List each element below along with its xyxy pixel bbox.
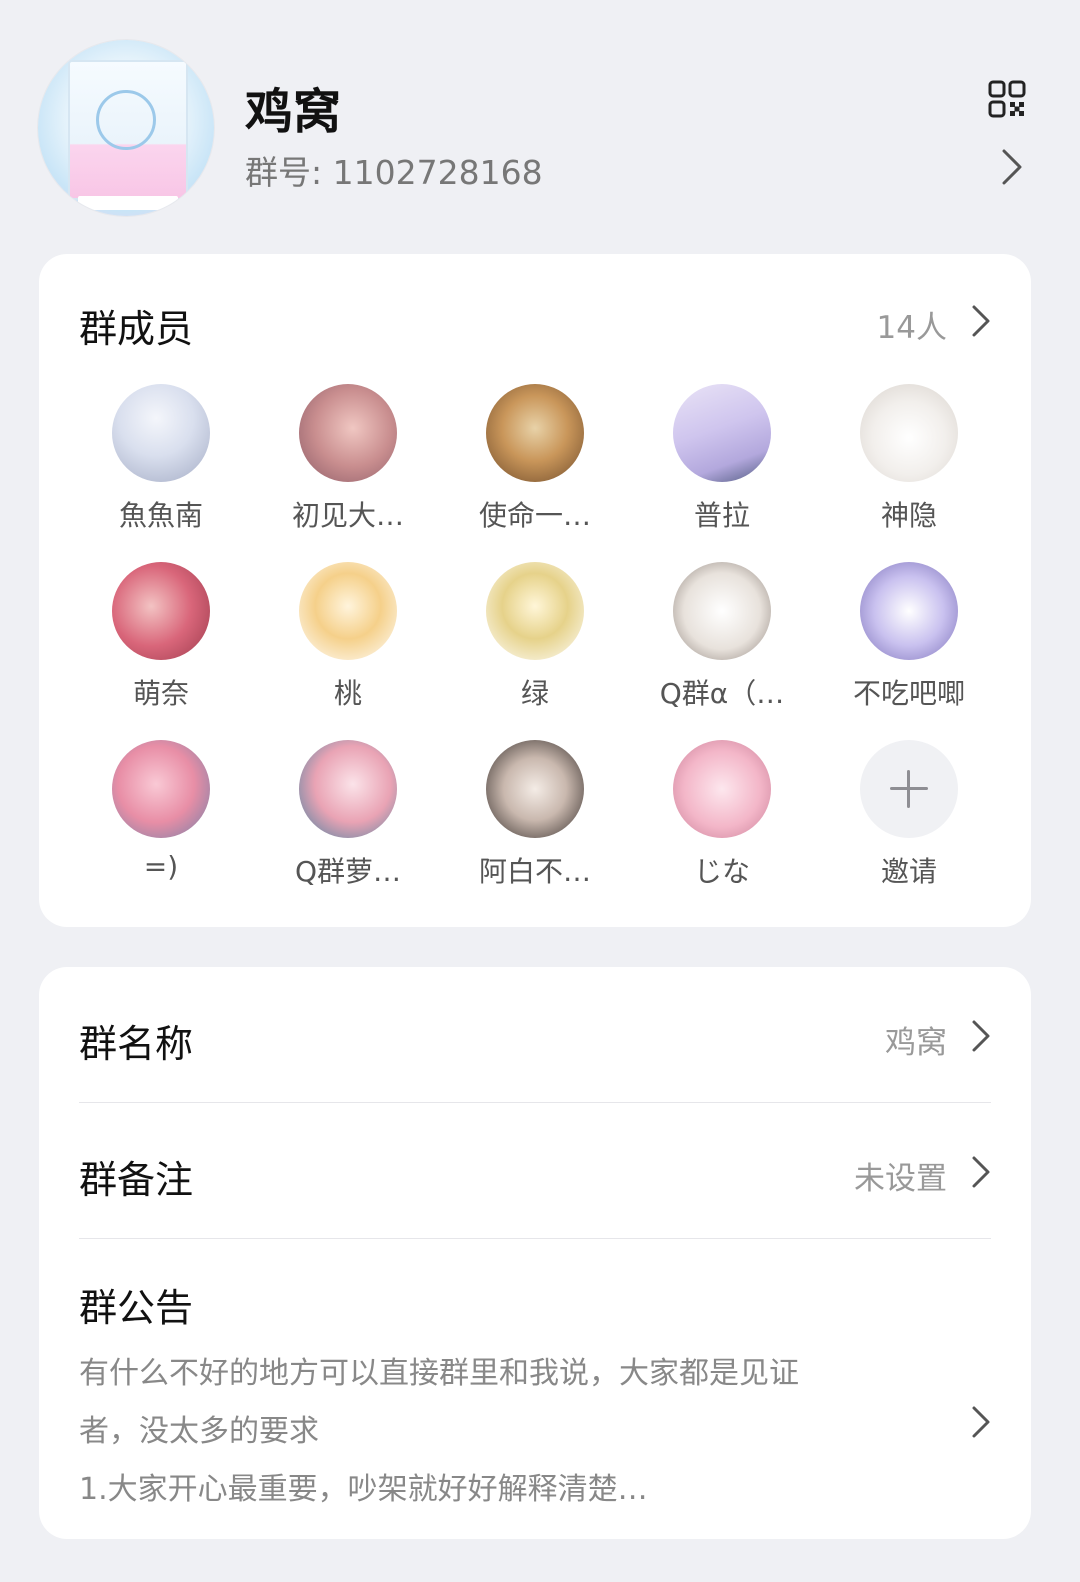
notice-text: 有什么不好的地方可以直接群里和我说，大家都是见证 者，没太多的要求 1.大家开心… xyxy=(79,1345,919,1519)
member-item[interactable]: 不吃吧唧 xyxy=(824,562,994,722)
member-name: Q群萝… xyxy=(294,855,402,888)
members-title: 群成员 xyxy=(79,307,194,351)
invite-label: 邀请 xyxy=(880,855,937,888)
settings-card: 群名称 鸡窝 群备注 未设置 群公告 有什么不好的地方可以直接群里和我说，大家都… xyxy=(39,967,1031,1539)
member-avatar xyxy=(112,740,210,838)
member-name: 普拉 xyxy=(693,499,750,532)
member-item[interactable]: 魚魚南 xyxy=(76,384,246,544)
plus-icon[interactable] xyxy=(860,740,958,838)
member-name: Q群α（… xyxy=(659,677,785,710)
row-value: 未设置 xyxy=(854,1161,947,1197)
avatar-art-target xyxy=(96,90,156,150)
member-avatar xyxy=(299,562,397,660)
member-avatar xyxy=(673,740,771,838)
member-item[interactable]: 绿 xyxy=(450,562,620,722)
member-avatar xyxy=(486,740,584,838)
invite-button[interactable]: 邀请 xyxy=(824,740,994,900)
avatar-art-strip xyxy=(78,196,178,210)
member-avatar xyxy=(299,740,397,838)
member-item[interactable]: 桃 xyxy=(263,562,433,722)
member-avatar xyxy=(860,384,958,482)
chevron-right-icon[interactable] xyxy=(971,1155,991,1189)
notice-line: 1.大家开心最重要，吵架就好好解释清楚… xyxy=(79,1472,648,1507)
group-id: 群号: 1102728168 xyxy=(245,153,543,192)
member-name: じな xyxy=(693,855,750,888)
member-name: 阿白不… xyxy=(478,855,591,888)
member-name: 魚魚南 xyxy=(118,499,203,532)
member-item[interactable]: じな xyxy=(637,740,807,900)
member-name: 使命一… xyxy=(478,499,591,532)
member-avatar xyxy=(673,562,771,660)
group-name: 鸡窝 xyxy=(245,84,342,140)
group-info-page: 鸡窝 群号: 1102728168 群成员 14人 魚魚南 初见大… 使命一… … xyxy=(0,0,1080,1582)
member-avatar xyxy=(112,384,210,482)
member-name: 初见大… xyxy=(291,499,404,532)
chevron-right-icon[interactable] xyxy=(971,304,991,338)
divider xyxy=(79,1238,991,1239)
member-avatar xyxy=(486,384,584,482)
member-name: 萌奈 xyxy=(132,677,189,710)
notice-line: 者，没太多的要求 xyxy=(79,1414,319,1449)
member-item[interactable]: =) xyxy=(76,740,246,900)
member-name: 绿 xyxy=(520,677,549,710)
member-item[interactable]: 萌奈 xyxy=(76,562,246,722)
chevron-right-icon[interactable] xyxy=(971,1019,991,1053)
member-item[interactable]: 阿白不… xyxy=(450,740,620,900)
chevron-right-icon[interactable] xyxy=(1000,148,1024,186)
member-item[interactable]: 神隐 xyxy=(824,384,994,544)
members-count[interactable]: 14人 xyxy=(877,302,947,347)
member-avatar xyxy=(860,562,958,660)
group-avatar[interactable] xyxy=(38,40,214,216)
member-item[interactable]: Q群α（… xyxy=(637,562,807,722)
member-avatar xyxy=(112,562,210,660)
chevron-right-icon[interactable] xyxy=(971,1405,991,1439)
member-name: 不吃吧唧 xyxy=(852,677,965,710)
row-title: 群名称 xyxy=(79,1022,194,1066)
member-avatar xyxy=(486,562,584,660)
member-avatar xyxy=(673,384,771,482)
row-value: 鸡窝 xyxy=(885,1025,947,1061)
member-item[interactable]: 初见大… xyxy=(263,384,433,544)
row-title: 群备注 xyxy=(79,1158,194,1202)
member-name: 桃 xyxy=(333,677,362,710)
member-item[interactable]: 普拉 xyxy=(637,384,807,544)
row-title: 群公告 xyxy=(79,1286,194,1330)
member-avatar xyxy=(299,384,397,482)
group-header[interactable]: 鸡窝 群号: 1102728168 xyxy=(0,0,1080,240)
member-name: 神隐 xyxy=(880,499,937,532)
member-item[interactable]: 使命一… xyxy=(450,384,620,544)
divider xyxy=(79,1102,991,1103)
member-item[interactable]: Q群萝… xyxy=(263,740,433,900)
qr-code-icon[interactable] xyxy=(988,80,1026,118)
notice-line: 有什么不好的地方可以直接群里和我说，大家都是见证 xyxy=(79,1356,799,1391)
members-card: 群成员 14人 魚魚南 初见大… 使命一… 普拉 神隐 萌奈 桃 绿 Q群α（…… xyxy=(39,254,1031,927)
member-name: =) xyxy=(143,850,179,883)
